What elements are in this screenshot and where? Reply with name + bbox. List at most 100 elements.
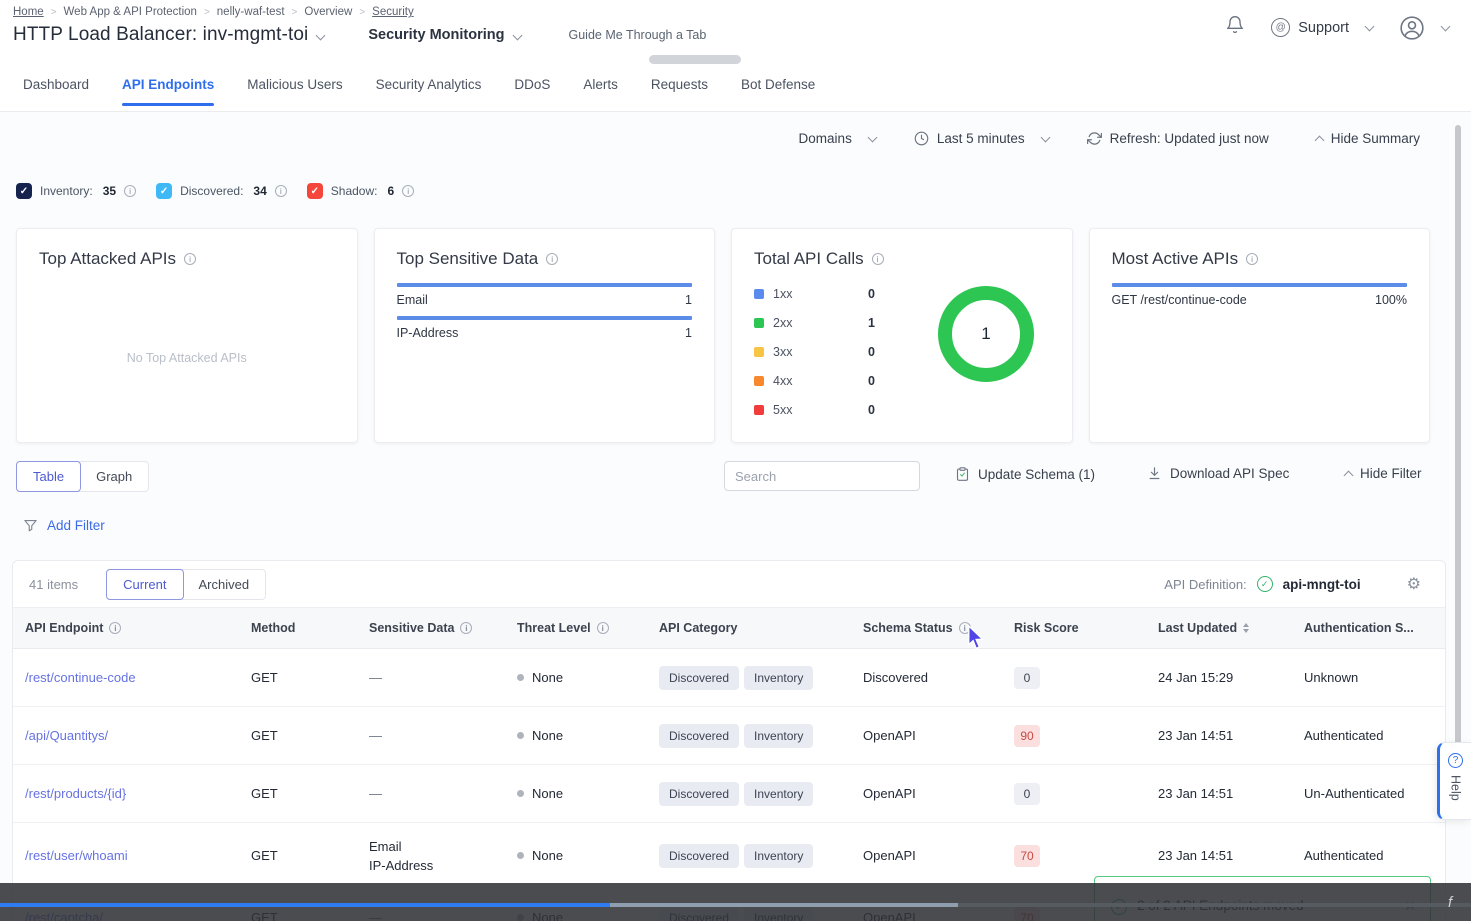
method-cell: GET	[251, 786, 369, 801]
column-header-api-endpoint[interactable]: API Endpoint i	[25, 621, 251, 635]
account-menu[interactable]	[1399, 15, 1449, 41]
breadcrumb-item[interactable]: Web App & API Protection	[64, 6, 197, 18]
last-updated-cell: 23 Jan 14:51	[1158, 728, 1304, 743]
breadcrumb-item[interactable]: Home	[13, 6, 44, 18]
sensitive-data-cell: —	[369, 668, 517, 687]
legend-item-3xx: 3xx0	[754, 337, 875, 366]
domains-dropdown[interactable]: Domains	[799, 131, 876, 146]
api-definition-value[interactable]: api-mngt-toi	[1283, 577, 1361, 592]
tab-requests[interactable]: Requests	[651, 58, 708, 111]
api-category-cell: DiscoveredInventory	[659, 666, 863, 690]
video-progress-buffered[interactable]	[610, 903, 958, 907]
hide-summary-button[interactable]: Hide Summary	[1307, 131, 1420, 146]
tab-bot-defense[interactable]: Bot Defense	[741, 58, 815, 111]
column-label: API Category	[659, 621, 738, 635]
download-api-spec-button[interactable]: Download API Spec	[1147, 466, 1289, 481]
security-monitoring-dropdown[interactable]: Security Monitoring	[368, 27, 504, 43]
video-progress-played[interactable]	[0, 903, 610, 907]
endpoint-link[interactable]: /rest/continue-code	[25, 670, 136, 685]
add-filter-button[interactable]: Add Filter	[23, 518, 105, 533]
info-icon[interactable]: i	[546, 253, 558, 265]
endpoint-link[interactable]: /rest/user/whoami	[25, 848, 128, 863]
tab-alerts[interactable]: Alerts	[583, 58, 618, 111]
endpoint-link[interactable]: /rest/products/{id}	[25, 786, 126, 801]
tab-dashboard[interactable]: Dashboard	[23, 58, 89, 111]
page-header: Home > Web App & API Protection > nelly-waf-…	[0, 0, 1471, 58]
column-header-risk-score[interactable]: Risk Score	[1014, 621, 1158, 635]
state-option-current[interactable]: Current	[106, 569, 183, 600]
legend-swatch	[754, 405, 764, 415]
clock-icon	[914, 131, 929, 146]
last-updated-cell: 23 Jan 14:51	[1158, 848, 1304, 863]
card-top-attacked-apis: Top Attacked APIs i No Top Attacked APIs	[16, 228, 358, 443]
view-option-graph[interactable]: Graph	[79, 461, 149, 492]
breadcrumb-item[interactable]: Security	[372, 6, 414, 18]
info-icon[interactable]: i	[872, 253, 884, 265]
info-icon[interactable]: i	[124, 185, 136, 197]
info-icon[interactable]: i	[275, 185, 287, 197]
api-category-cell: DiscoveredInventory	[659, 782, 863, 806]
sensitive-data-cell: EmailIP-Address	[369, 837, 517, 875]
breadcrumb-separator: >	[292, 7, 298, 18]
legend-label: 1xx	[773, 287, 868, 301]
threat-dot-icon	[517, 732, 524, 739]
tab-ddos[interactable]: DDoS	[514, 58, 550, 111]
legend-value: 0	[868, 403, 875, 417]
breadcrumb-separator: >	[204, 7, 210, 18]
time-range-dropdown[interactable]: Last 5 minutes	[914, 131, 1049, 146]
sort-icon[interactable]	[1243, 623, 1249, 633]
api-definition-label: API Definition:	[1164, 577, 1246, 592]
column-header-authentication-s-[interactable]: Authentication S...	[1304, 621, 1445, 635]
info-icon[interactable]: i	[109, 622, 121, 634]
info-icon[interactable]: i	[597, 622, 609, 634]
tab-api-endpoints[interactable]: API Endpoints	[122, 58, 214, 111]
threat-value: None	[532, 848, 563, 863]
checkbox-icon: ✓	[307, 183, 323, 199]
help-tab[interactable]: ? Help	[1437, 742, 1471, 820]
column-header-api-category[interactable]: API Category	[659, 621, 863, 635]
info-icon[interactable]: i	[460, 622, 472, 634]
threat-dot-icon	[517, 790, 524, 797]
column-header-last-updated[interactable]: Last Updated	[1158, 621, 1304, 635]
guide-me-link[interactable]: Guide Me Through a Tab	[569, 28, 707, 42]
sensitive-data-cell: —	[369, 726, 517, 745]
refresh-button[interactable]: Refresh: Updated just now	[1087, 131, 1269, 146]
column-header-method[interactable]: Method	[251, 621, 369, 635]
threat-level-cell: None	[517, 786, 659, 801]
sensitive-data-list: Email1IP-Address1	[397, 283, 693, 340]
category-badge: Inventory	[744, 782, 813, 806]
column-header-schema-status[interactable]: Schema Statusi	[863, 621, 1014, 635]
bar-item-value: 1	[685, 293, 692, 307]
info-icon[interactable]: i	[1246, 253, 1258, 265]
title-dropdown[interactable]	[308, 26, 324, 44]
bar-list-item: GET /rest/continue-code100%	[1112, 283, 1408, 307]
vertical-scrollbar[interactable]	[1455, 125, 1461, 790]
notifications-button[interactable]	[1225, 14, 1245, 41]
search-input[interactable]	[724, 461, 920, 491]
update-schema-button[interactable]: Update Schema (1)	[955, 466, 1095, 482]
hide-filter-button[interactable]: Hide Filter	[1336, 466, 1422, 481]
filter-chip-discovered[interactable]: ✓Discovered:34i	[156, 183, 287, 199]
info-icon[interactable]: i	[959, 622, 971, 634]
endpoint-link[interactable]: /api/Quantitys/	[25, 728, 108, 743]
support-menu[interactable]: @ Support	[1271, 18, 1373, 37]
column-header-sensitive-data[interactable]: Sensitive Datai	[369, 621, 517, 635]
threat-level-cell: None	[517, 670, 659, 685]
tab-malicious-users[interactable]: Malicious Users	[247, 58, 342, 111]
video-progress-track[interactable]	[958, 903, 1471, 907]
column-header-threat-level[interactable]: Threat Leveli	[517, 621, 659, 635]
security-monitoring-chevron[interactable]	[505, 26, 521, 44]
info-icon[interactable]: i	[402, 185, 414, 197]
view-option-table[interactable]: Table	[16, 461, 81, 492]
breadcrumb-item[interactable]: Overview	[304, 6, 352, 18]
filter-chip-shadow[interactable]: ✓Shadow:6i	[307, 183, 414, 199]
column-label: API Endpoint	[25, 621, 103, 635]
breadcrumb-item[interactable]: nelly-waf-test	[217, 6, 285, 18]
bar-list-item: Email1	[397, 283, 693, 307]
gear-icon[interactable]: ⚙	[1407, 574, 1421, 594]
tab-security-analytics[interactable]: Security Analytics	[376, 58, 482, 111]
legend-value: 1	[868, 316, 875, 330]
state-option-archived[interactable]: Archived	[182, 569, 267, 600]
info-icon[interactable]: i	[184, 253, 196, 265]
filter-chip-inventory[interactable]: ✓Inventory:35i	[16, 183, 136, 199]
